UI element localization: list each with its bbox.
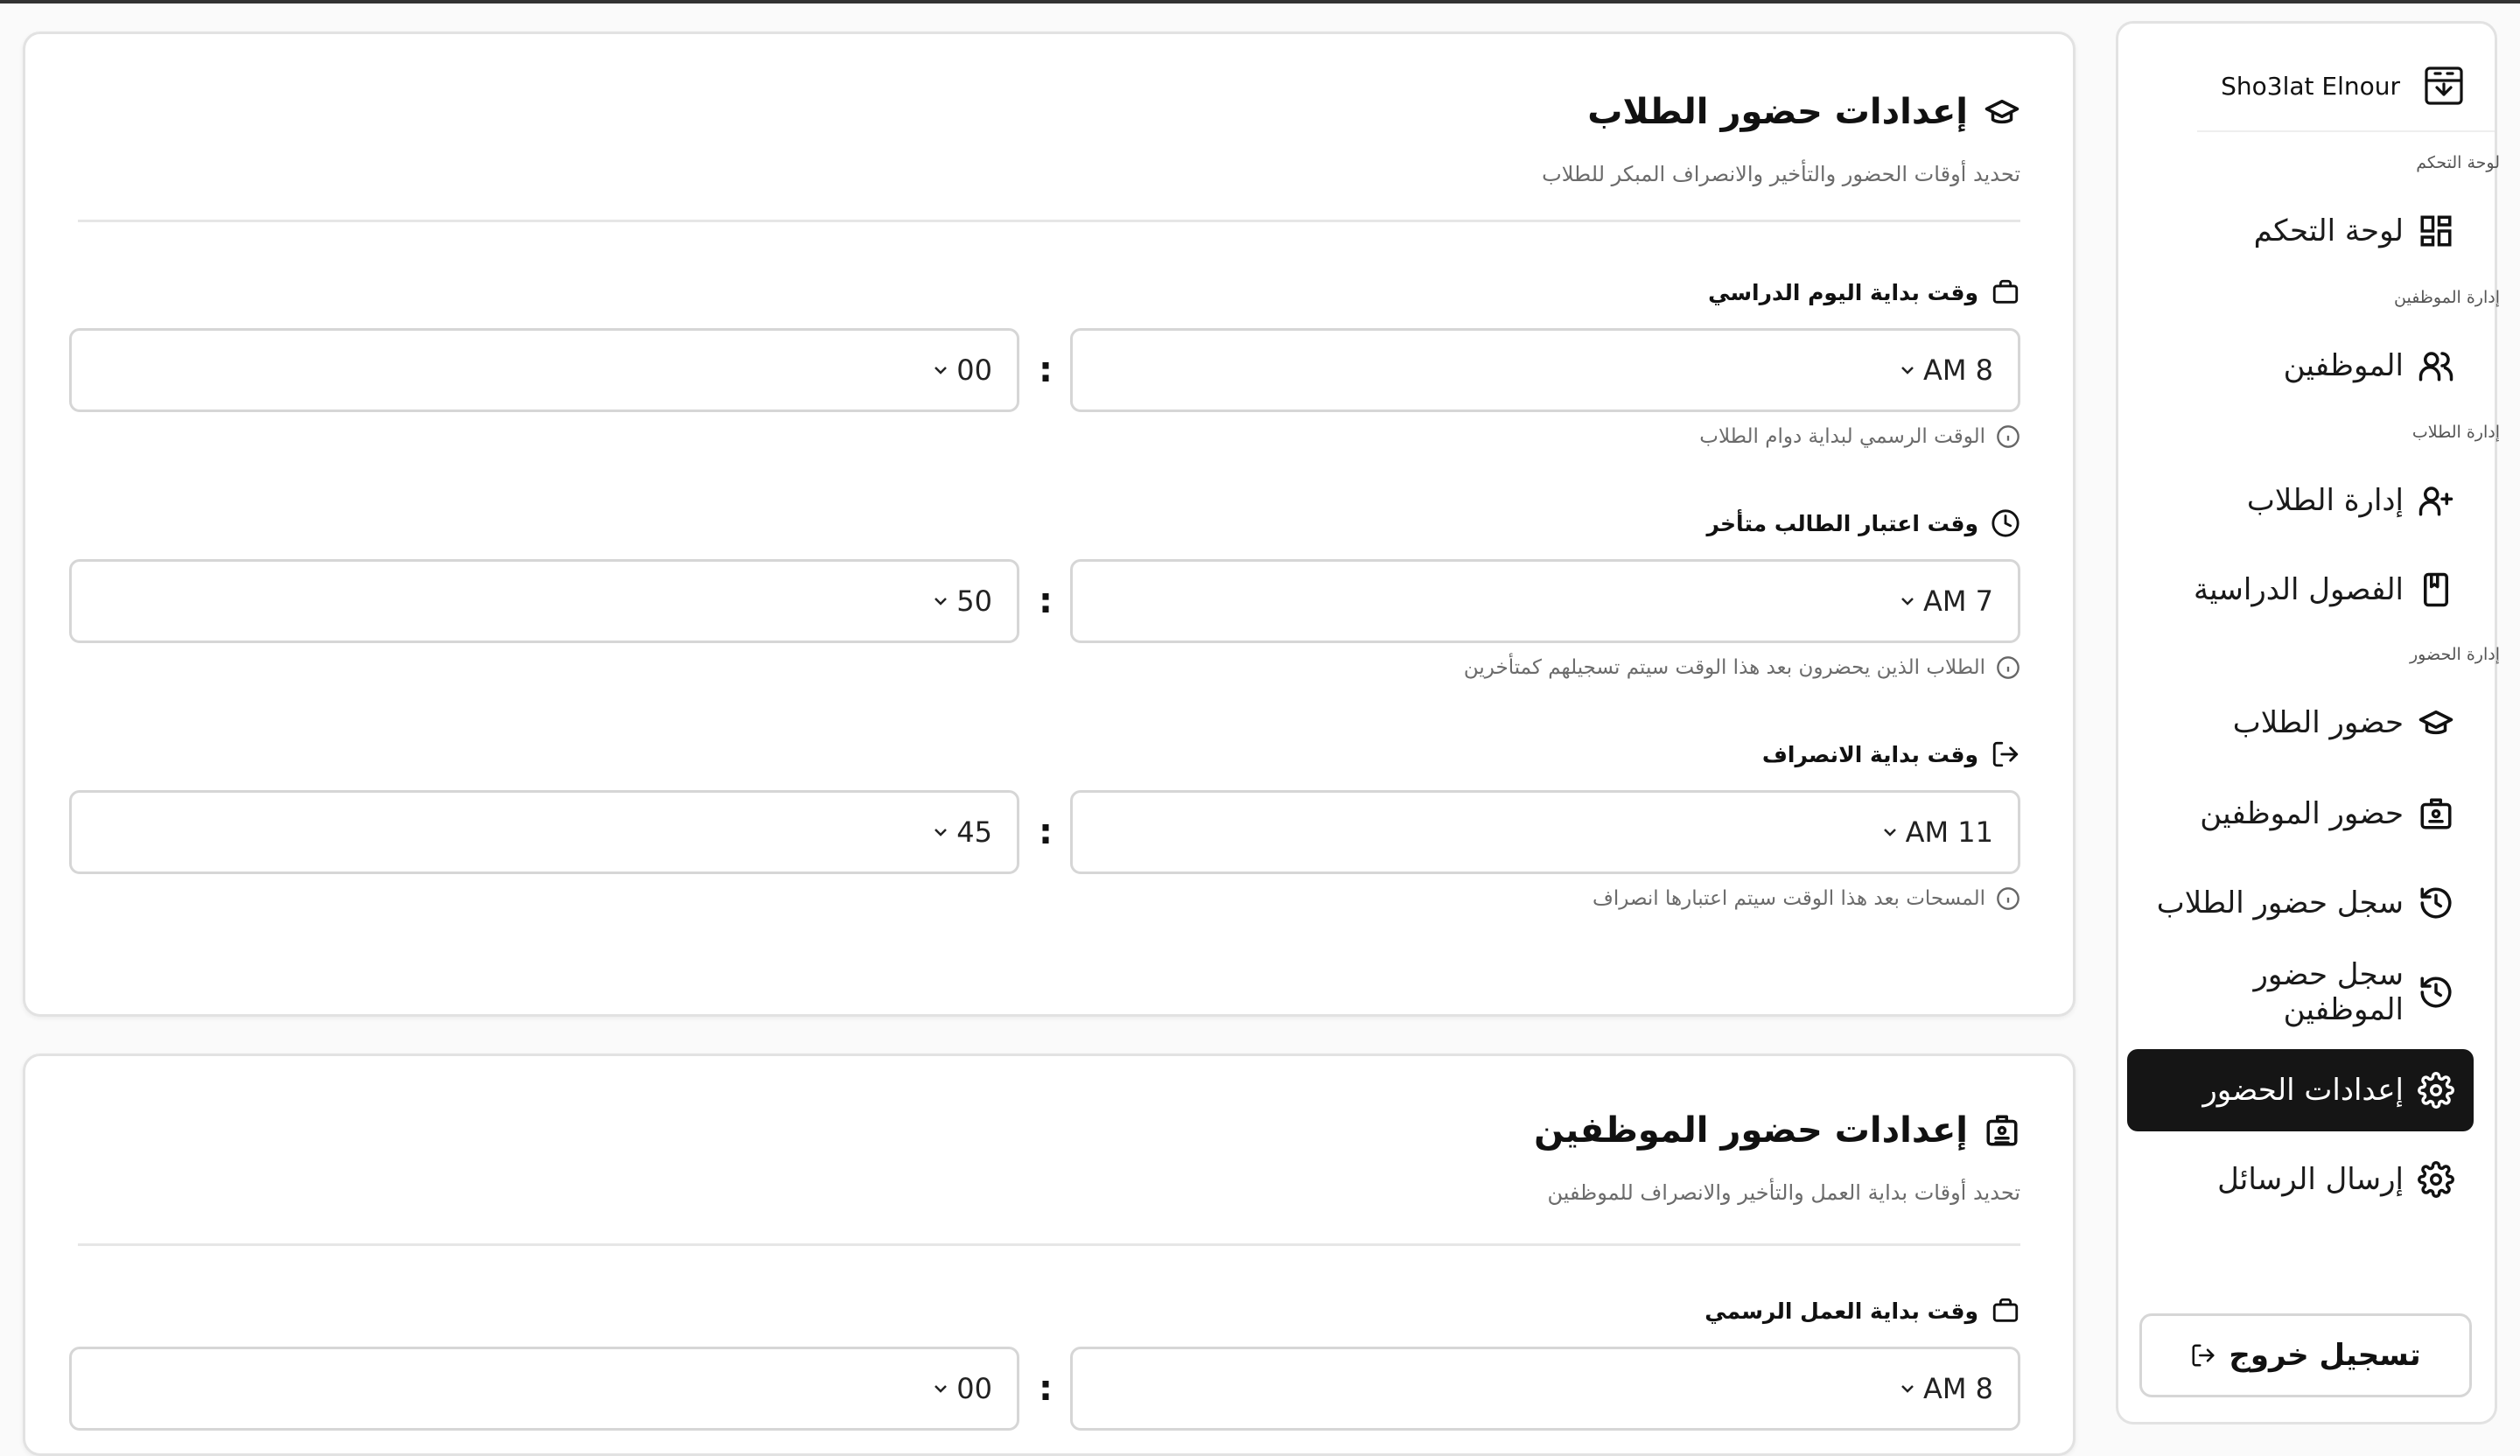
briefcase-icon — [1991, 1296, 2020, 1326]
school-day-start-hint: الوقت الرسمي لبداية دوام الطلاب — [1699, 424, 2020, 449]
dismissal-start-label: وقت بداية الانصراف — [1762, 739, 2020, 769]
work-start-minute-select[interactable]: 00 — [69, 1347, 1019, 1431]
logout-icon — [1991, 739, 2020, 769]
clock-icon — [1991, 508, 2020, 538]
sidebar-item-students-management[interactable]: إدارة الطلاب — [2127, 459, 2474, 542]
info-icon — [1996, 655, 2020, 680]
sidebar-item-employee-attendance-log[interactable]: سجل حضور الموظفين — [2127, 951, 2474, 1033]
chevron-down-icon — [1897, 1378, 1918, 1399]
divider — [2197, 130, 2495, 132]
sidebar-item-classes[interactable]: الفصول الدراسية — [2127, 549, 2474, 631]
sidebar-item-employee-attendance[interactable]: حضور الموظفين — [2127, 773, 2474, 855]
dismissal-start-minute-select[interactable]: 45 — [69, 790, 1019, 874]
sidebar-item-attendance-settings[interactable]: إعدادات الحضور — [2127, 1049, 2474, 1131]
gear-icon — [2418, 1161, 2454, 1198]
work-start-label: وقت بداية العمل الرسمي — [1704, 1296, 2020, 1326]
employee-settings-subtitle: تحديد أوقات بداية العمل والتأخير والانصر… — [1547, 1180, 2020, 1205]
chevron-down-icon — [930, 1378, 951, 1399]
chevron-down-icon — [930, 822, 951, 843]
user-plus-icon — [2418, 482, 2454, 519]
late-threshold-hint: الطلاب الذين يحضرون بعد هذا الوقت سيتم ت… — [1464, 655, 2020, 680]
employee-attendance-settings-card: إعدادات حضور الموظفين تحديد أوقات بداية … — [23, 1054, 2076, 1456]
time-separator: : — [1039, 1368, 1053, 1409]
graduation-cap-icon — [1984, 94, 2020, 130]
group-label-employees: إدارة الموظفين — [2394, 288, 2500, 307]
sidebar-item-student-attendance[interactable]: حضور الطلاب — [2127, 682, 2474, 764]
chevron-down-icon — [930, 591, 951, 612]
chevron-down-icon — [1897, 360, 1918, 381]
sidebar: Sho3lat Elnour لوحة التحكم لوحة التحكم إ… — [2116, 21, 2500, 1424]
sidebar-item-send-messages[interactable]: إرسال الرسائل — [2127, 1138, 2474, 1221]
late-threshold-minute-select[interactable]: 50 — [69, 559, 1019, 643]
school-day-start-hour-select[interactable]: AM 8 — [1070, 328, 2020, 412]
student-settings-subtitle: تحديد أوقات الحضور والتأخير والانصراف ال… — [1542, 162, 2020, 186]
group-label-students: إدارة الطلاب — [2412, 423, 2500, 442]
logo-icon — [2423, 65, 2465, 107]
school-day-start-minute-select[interactable]: 00 — [69, 328, 1019, 412]
time-separator: : — [1039, 581, 1053, 621]
time-separator: : — [1039, 812, 1053, 852]
late-threshold-label: وقت اعتبار الطالب متأخر — [1706, 508, 2020, 538]
school-day-start-label: وقت بداية اليوم الدراسي — [1708, 277, 2020, 307]
late-threshold-hour-select[interactable]: AM 7 — [1070, 559, 2020, 643]
gear-icon — [2418, 1072, 2454, 1109]
chevron-down-icon — [1880, 822, 1900, 843]
student-settings-title: إعدادات حضور الطلاب — [1587, 92, 2020, 132]
id-badge-icon — [1984, 1112, 2020, 1149]
sidebar-item-employees[interactable]: الموظفين — [2127, 325, 2474, 407]
group-label-dashboard: لوحة التحكم — [2416, 153, 2500, 172]
divider — [78, 1243, 2020, 1246]
sidebar-item-dashboard[interactable]: لوحة التحكم — [2127, 190, 2474, 272]
logout-button[interactable]: تسجيل خروج — [2139, 1313, 2472, 1397]
briefcase-icon — [1991, 277, 2020, 307]
brand[interactable]: Sho3lat Elnour — [2221, 55, 2465, 116]
info-icon — [1996, 424, 2020, 449]
time-separator: : — [1039, 350, 1053, 390]
users-icon — [2418, 347, 2454, 384]
graduation-cap-icon — [2418, 704, 2454, 741]
dashboard-icon — [2418, 213, 2454, 249]
chevron-down-icon — [1897, 591, 1918, 612]
dismissal-start-hint: المسحات بعد هذا الوقت سيتم اعتبارها انصر… — [1592, 886, 2020, 911]
chevron-down-icon — [930, 360, 951, 381]
history-icon — [2418, 885, 2454, 921]
divider — [78, 220, 2020, 222]
sidebar-item-student-attendance-log[interactable]: سجل حضور الطلاب — [2127, 862, 2474, 944]
history-icon — [2418, 974, 2454, 1011]
book-icon — [2418, 571, 2454, 608]
logout-icon — [2190, 1342, 2216, 1368]
student-attendance-settings-card: إعدادات حضور الطلاب تحديد أوقات الحضور و… — [23, 32, 2076, 1017]
work-start-hour-select[interactable]: AM 8 — [1070, 1347, 2020, 1431]
dismissal-start-hour-select[interactable]: AM 11 — [1070, 790, 2020, 874]
employee-settings-title: إعدادات حضور الموظفين — [1534, 1110, 2020, 1151]
info-icon — [1996, 886, 2020, 911]
group-label-attendance: إدارة الحضور — [2410, 645, 2500, 664]
id-badge-icon — [2418, 795, 2454, 832]
